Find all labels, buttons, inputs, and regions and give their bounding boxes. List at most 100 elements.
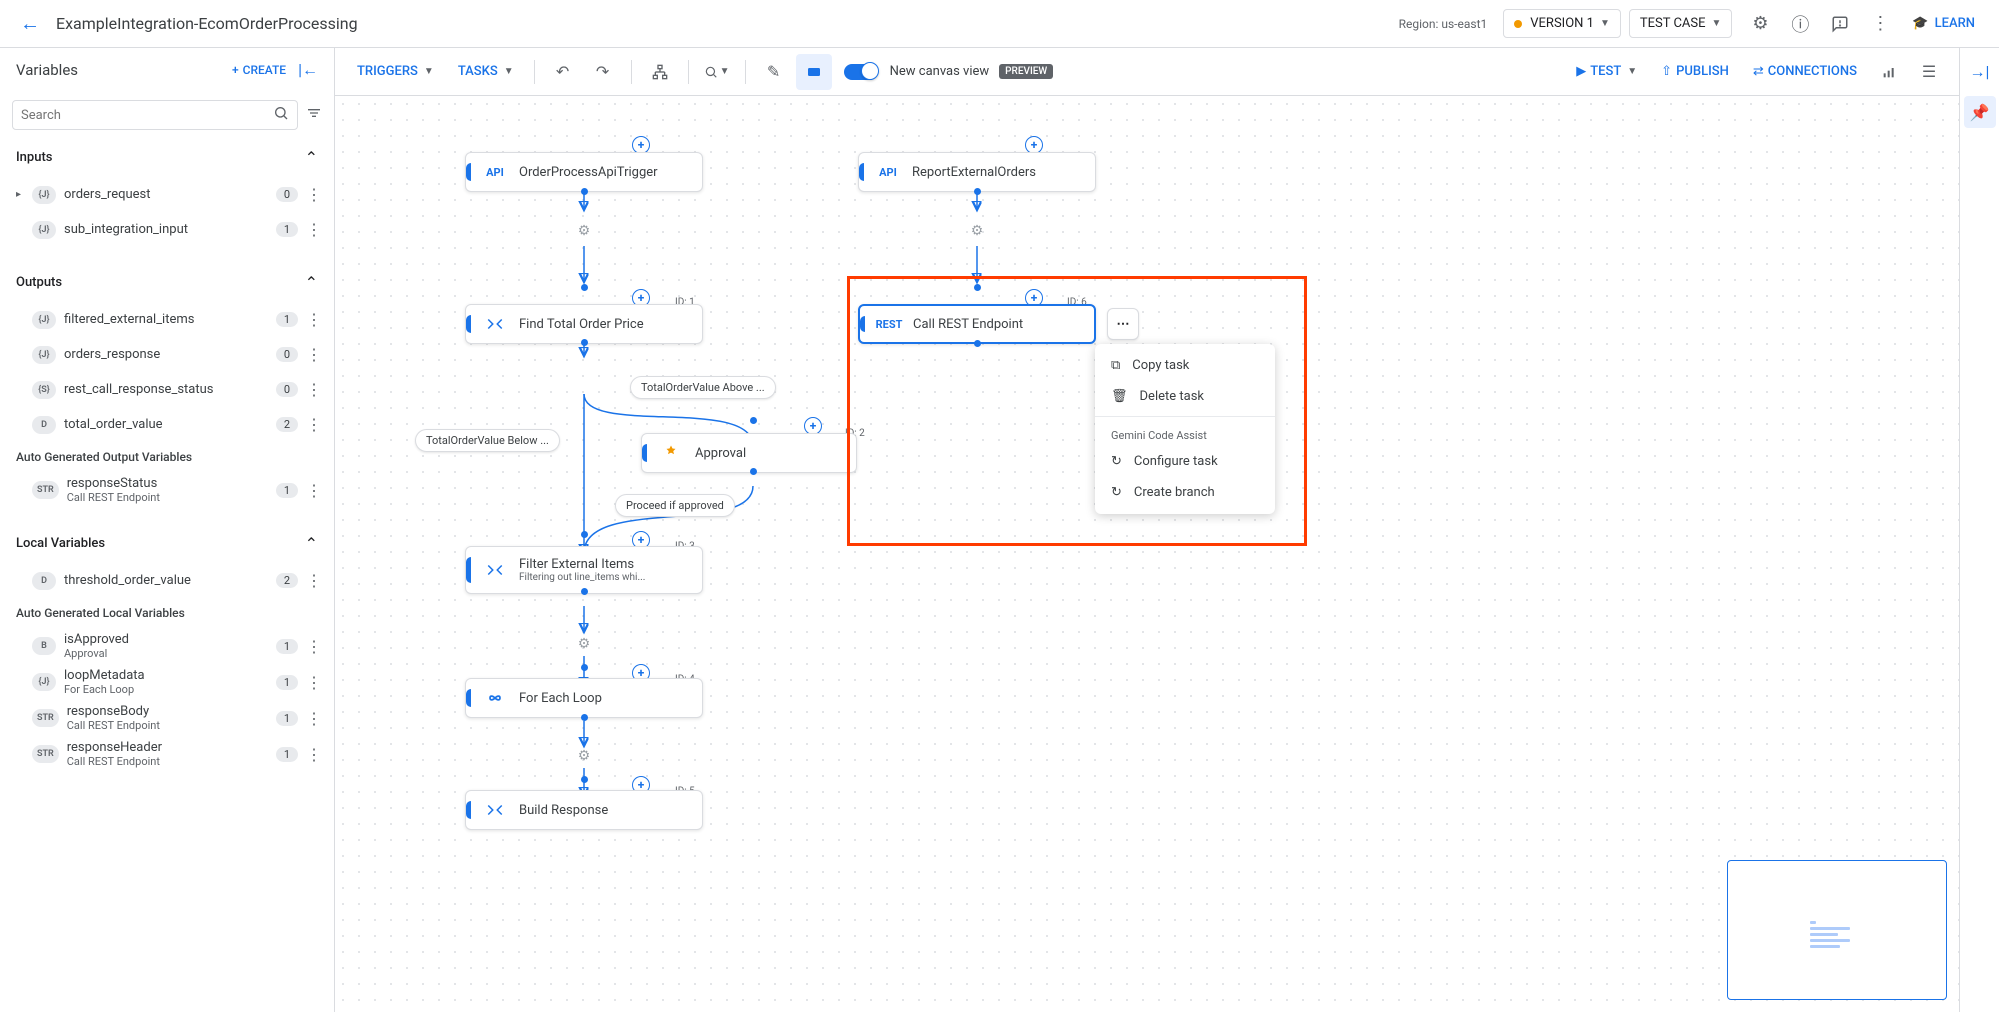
minimap[interactable] xyxy=(1727,860,1947,1000)
preview-badge: PREVIEW xyxy=(999,64,1053,79)
node-label: Find Total Order Price xyxy=(519,317,644,332)
task-node-loop[interactable]: For Each Loop xyxy=(465,678,703,718)
type-badge: STR xyxy=(32,481,59,499)
more-icon[interactable]: ⋮ xyxy=(302,477,326,504)
version-selector[interactable]: VERSION 1 ▼ xyxy=(1503,9,1621,38)
variable-row[interactable]: {J}orders_response0⋮ xyxy=(0,337,334,372)
more-menu-icon[interactable]: ⋮ xyxy=(1860,4,1900,44)
variable-row[interactable]: ▸ {J} orders_request 0 ⋮ xyxy=(0,177,334,212)
connections-label: CONNECTIONS xyxy=(1768,64,1857,79)
variable-name: loopMetadata xyxy=(64,668,276,683)
configure-task-menu-item[interactable]: ↻Configure task xyxy=(1095,446,1275,477)
trigger-node[interactable]: API ReportExternalOrders xyxy=(858,152,1096,192)
task-node[interactable]: Build Response xyxy=(465,790,703,830)
more-icon[interactable]: ⋮ xyxy=(302,411,326,438)
more-icon[interactable]: ⋮ xyxy=(302,216,326,243)
create-branch-menu-item[interactable]: ↻Create branch xyxy=(1095,477,1275,508)
feedback-icon[interactable] xyxy=(1820,4,1860,44)
integration-title: ExampleIntegration-EcomOrderProcessing xyxy=(56,14,358,33)
trigger-node[interactable]: API OrderProcessApiTrigger xyxy=(465,152,703,192)
create-variable-button[interactable]: + CREATE xyxy=(232,63,286,77)
list-icon[interactable]: ☰ xyxy=(1911,54,1947,90)
redo-button[interactable]: ↷ xyxy=(585,54,621,90)
back-button[interactable]: ← xyxy=(12,3,48,44)
filter-icon[interactable] xyxy=(306,105,322,125)
more-icon[interactable]: ⋮ xyxy=(302,741,326,768)
expand-rail-button[interactable]: →| xyxy=(1964,56,1996,88)
upload-icon: ⇧ xyxy=(1661,64,1672,79)
connections-button[interactable]: ⇄CONNECTIONS xyxy=(1743,58,1867,85)
local-section-header[interactable]: Local Variables ⌃ xyxy=(0,524,334,563)
more-icon[interactable]: ⋮ xyxy=(302,306,326,333)
gear-icon[interactable]: ⚙ xyxy=(574,634,594,654)
node-more-button[interactable]: ⋯ xyxy=(1107,308,1139,340)
triggers-label: TRIGGERS xyxy=(357,64,418,79)
expand-icon[interactable]: ▸ xyxy=(16,189,32,200)
inputs-section-header[interactable]: Inputs ⌃ xyxy=(0,138,334,177)
test-button[interactable]: ▶TEST▼ xyxy=(1566,58,1647,85)
variable-row[interactable]: Dtotal_order_value2⋮ xyxy=(0,407,334,442)
more-icon[interactable]: ⋮ xyxy=(302,633,326,660)
layout-button[interactable] xyxy=(642,54,678,90)
tasks-dropdown[interactable]: TASKS▼ xyxy=(448,58,524,85)
more-icon[interactable]: ⋮ xyxy=(302,376,326,403)
task-node[interactable]: Filter External ItemsFiltering out line_… xyxy=(465,546,703,594)
loop-icon xyxy=(481,692,509,704)
info-icon[interactable]: ⓘ xyxy=(1780,4,1820,44)
search-icon[interactable] xyxy=(273,105,289,125)
edge-label[interactable]: TotalOrderValue Below ... xyxy=(415,429,560,452)
task-node[interactable]: Find Total Order Price xyxy=(465,304,703,344)
count-badge: 1 xyxy=(276,483,298,498)
analytics-icon[interactable] xyxy=(1871,54,1907,90)
variable-row[interactable]: Dthreshold_order_value2⋮ xyxy=(0,563,334,598)
undo-button[interactable]: ↶ xyxy=(545,54,581,90)
variable-row[interactable]: STRresponseHeaderCall REST Endpoint1⋮ xyxy=(0,736,334,772)
gear-icon[interactable]: ⚙ xyxy=(967,221,987,241)
inputs-label: Inputs xyxy=(16,150,305,165)
more-icon[interactable]: ⋮ xyxy=(302,567,326,594)
integration-canvas[interactable]: + API OrderProcessApiTrigger + API Repor… xyxy=(335,96,1959,1012)
search-input[interactable] xyxy=(21,108,273,123)
zoom-dropdown[interactable]: ▼ xyxy=(699,54,735,90)
caret-down-icon: ▼ xyxy=(1627,66,1637,77)
variable-row[interactable]: {J} sub_integration_input 1 ⋮ xyxy=(0,212,334,247)
settings-icon[interactable]: ⚙ xyxy=(1740,4,1780,44)
more-icon[interactable]: ⋮ xyxy=(302,705,326,732)
variable-row[interactable]: STRresponseStatusCall REST Endpoint1⋮ xyxy=(0,472,334,508)
region-label: Region: us-east1 xyxy=(1399,17,1488,31)
pin-button[interactable]: 📌 xyxy=(1964,96,1996,128)
variable-row[interactable]: BisApprovedApproval1⋮ xyxy=(0,628,334,664)
learn-button[interactable]: 🎓 LEARN xyxy=(1900,16,1987,31)
edge-label[interactable]: Proceed if approved xyxy=(615,494,735,517)
variable-row[interactable]: STRresponseBodyCall REST Endpoint1⋮ xyxy=(0,700,334,736)
canvas-view-toggle[interactable] xyxy=(844,64,878,80)
gear-icon[interactable]: ⚙ xyxy=(574,221,594,241)
plus-icon: + xyxy=(232,63,239,77)
triggers-dropdown[interactable]: TRIGGERS▼ xyxy=(347,58,444,85)
collapse-sidebar-button[interactable]: |← xyxy=(298,60,318,80)
type-badge: {J} xyxy=(32,311,56,329)
node-label: Filter External Items xyxy=(519,557,645,572)
gear-icon[interactable]: ⚙ xyxy=(574,746,594,766)
edit-button[interactable]: ✎ xyxy=(756,54,792,90)
type-badge: D xyxy=(32,416,56,434)
type-badge: B xyxy=(32,637,56,655)
test-case-selector[interactable]: TEST CASE ▼ xyxy=(1629,9,1733,38)
variable-row[interactable]: {J}filtered_external_items1⋮ xyxy=(0,302,334,337)
task-node-rest[interactable]: REST Call REST Endpoint xyxy=(858,304,1096,344)
outputs-section-header[interactable]: Outputs ⌃ xyxy=(0,263,334,302)
publish-button[interactable]: ⇧PUBLISH xyxy=(1651,58,1739,85)
caret-down-icon: ▼ xyxy=(1712,18,1722,29)
more-icon[interactable]: ⋮ xyxy=(302,669,326,696)
variable-row[interactable]: {S}rest_call_response_status0⋮ xyxy=(0,372,334,407)
delete-task-menu-item[interactable]: 🗑Delete task xyxy=(1095,381,1275,412)
more-icon[interactable]: ⋮ xyxy=(302,341,326,368)
variable-row[interactable]: {J}loopMetadataFor Each Loop1⋮ xyxy=(0,664,334,700)
task-node-approval[interactable]: Approval xyxy=(641,433,857,473)
type-badge: {J} xyxy=(32,186,56,204)
edge-label[interactable]: TotalOrderValue Above ... xyxy=(630,376,776,399)
more-icon[interactable]: ⋮ xyxy=(302,181,326,208)
view-mode-button[interactable] xyxy=(796,54,832,90)
copy-task-menu-item[interactable]: ⧉Copy task xyxy=(1095,350,1275,381)
status-dot-icon xyxy=(1514,20,1522,28)
